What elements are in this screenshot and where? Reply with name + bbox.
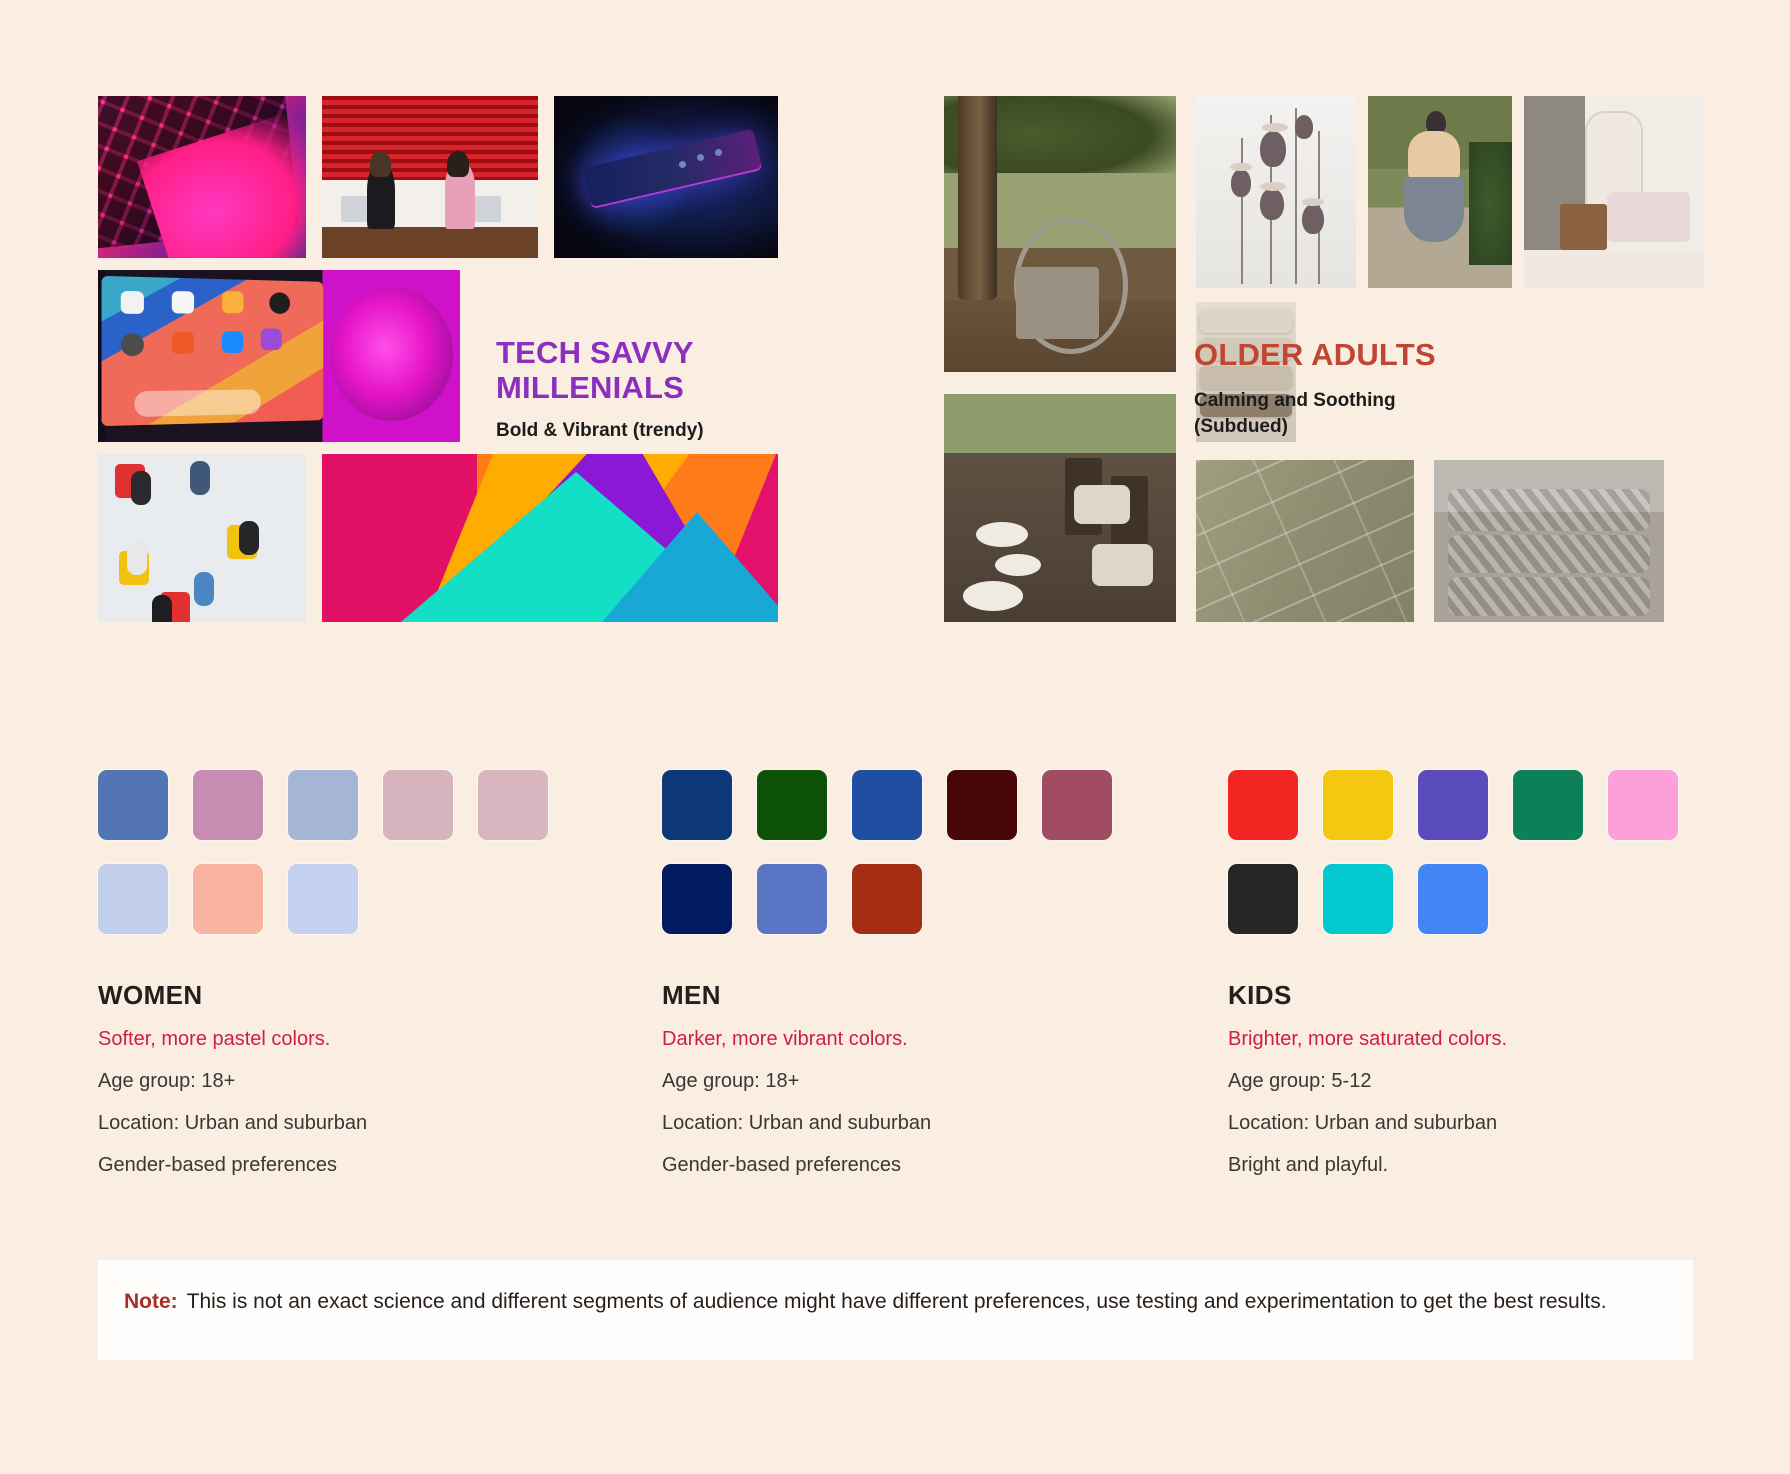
color-swatch[interactable] (1513, 770, 1583, 840)
color-swatch[interactable] (98, 864, 168, 934)
palette-column-women: WOMEN Softer, more pastel colors. Age gr… (98, 770, 578, 1180)
color-swatch[interactable] (1323, 864, 1393, 934)
segment-detail-age: Age group: 18+ (98, 1070, 236, 1092)
color-swatch[interactable] (1228, 770, 1298, 840)
segment-detail-age: Age group: 5-12 (1228, 1070, 1372, 1092)
segment-detail-extra: Gender-based preferences (98, 1154, 338, 1176)
color-swatch[interactable] (662, 864, 732, 934)
color-swatch[interactable] (1608, 770, 1678, 840)
segment-detail-age: Age group: 18+ (662, 1070, 800, 1092)
olive-brick-tile-photo (1196, 460, 1414, 622)
color-swatch[interactable] (288, 770, 358, 840)
segment-title-women: WOMEN (98, 980, 203, 1010)
color-swatch[interactable] (1042, 770, 1112, 840)
color-swatch[interactable] (1228, 864, 1298, 934)
color-swatch[interactable] (193, 864, 263, 934)
segment-accent-men: Darker, more vibrant colors. (662, 1028, 908, 1050)
segment-detail-location: Location: Urban and suburban (98, 1112, 368, 1134)
swatch-grid-men (662, 770, 1142, 934)
color-swatch[interactable] (757, 864, 827, 934)
segment-detail-extra: Gender-based preferences (662, 1154, 902, 1176)
outdoor-dinner-table-photo (944, 394, 1176, 622)
note-text: This is not an exact science and differe… (186, 1290, 1607, 1313)
color-swatch[interactable] (852, 864, 922, 934)
neon-smartphone-photo (554, 96, 778, 258)
chunky-knit-blankets-photo (1434, 460, 1664, 622)
backlit-keyboard-photo (98, 96, 306, 258)
moodboard-page: TECH SAVVY MILLENIALS Bold & Vibrant (tr… (0, 0, 1790, 1474)
color-swatch[interactable] (757, 770, 827, 840)
segment-title-men: MEN (662, 980, 721, 1010)
segment-detail-location: Location: Urban and suburban (1228, 1112, 1498, 1134)
swatch-grid-kids (1228, 770, 1748, 934)
color-swatch[interactable] (662, 770, 732, 840)
note-label: Note: (124, 1290, 178, 1313)
woman-garden-chicken-photo (1368, 96, 1512, 288)
overhead-meeting-photo (98, 454, 306, 622)
segment-detail-extra: Bright and playful. (1228, 1154, 1389, 1176)
color-swatch[interactable] (193, 770, 263, 840)
tablet-neon-lamp-photo (98, 270, 460, 442)
moodboard-title-older-adults: OLDER ADULTS (1194, 337, 1436, 372)
dried-poppy-pods-photo (1196, 96, 1356, 288)
moodboards-section: TECH SAVVY MILLENIALS Bold & Vibrant (tr… (0, 0, 1790, 700)
segment-accent-women: Softer, more pastel colors. (98, 1028, 331, 1050)
pastel-living-room-photo (1524, 96, 1704, 288)
office-workers-red-blinds-photo (322, 96, 538, 258)
segment-detail-location: Location: Urban and suburban (662, 1112, 932, 1134)
segment-accent-kids: Brighter, more saturated colors. (1228, 1028, 1508, 1050)
segment-title-kids: KIDS (1228, 980, 1292, 1010)
color-swatch[interactable] (947, 770, 1017, 840)
moodboard-title-tech-savvy-millenials: TECH SAVVY MILLENIALS (496, 335, 694, 405)
color-swatch[interactable] (1418, 864, 1488, 934)
moodboard-subtitle-tech-savvy-millenials: Bold & Vibrant (trendy) (496, 420, 704, 441)
color-swatch[interactable] (288, 864, 358, 934)
swatch-grid-women (98, 770, 578, 934)
color-swatch[interactable] (1323, 770, 1393, 840)
palette-column-kids: KIDS Brighter, more saturated colors. Ag… (1228, 770, 1748, 1180)
palette-column-men: MEN Darker, more vibrant colors. Age gro… (662, 770, 1142, 1180)
oak-tree-hanging-chair-photo (944, 96, 1176, 372)
geometric-color-blocks-graphic (322, 454, 778, 622)
note-callout: Note: This is not an exact science and d… (98, 1260, 1693, 1360)
moodboard-subtitle-older-adults: Calming and Soothing (Subdued) (1194, 390, 1396, 437)
color-swatch[interactable] (852, 770, 922, 840)
color-swatch[interactable] (383, 770, 453, 840)
color-swatch[interactable] (478, 770, 548, 840)
color-swatch[interactable] (1418, 770, 1488, 840)
color-swatch[interactable] (98, 770, 168, 840)
